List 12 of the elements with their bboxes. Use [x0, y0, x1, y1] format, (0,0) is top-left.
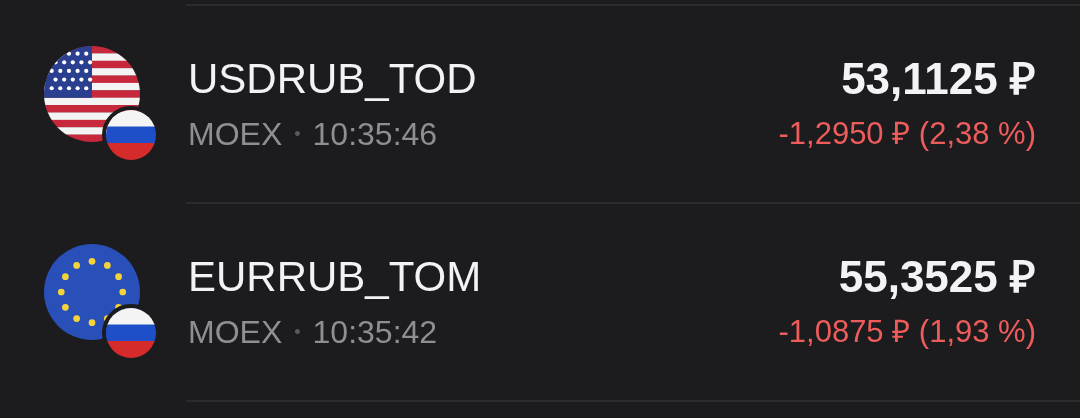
- price-change: -1,2950 ₽ (2,38 %): [778, 115, 1036, 153]
- price: 53,1125 ₽: [841, 55, 1036, 103]
- time: 10:35:42: [312, 313, 438, 351]
- time: 10:35:46: [312, 115, 438, 153]
- ticker: EURRUB_TOM: [188, 253, 482, 301]
- exchange: MOEX: [188, 115, 283, 153]
- exchange: MOEX: [188, 313, 283, 351]
- price: 55,3525 ₽: [838, 253, 1036, 301]
- price-change: -1,0875 ₽ (1,93 %): [778, 313, 1036, 351]
- separator: •: [294, 321, 301, 344]
- separator: •: [294, 123, 301, 146]
- ticker: USDRUB_TOD: [188, 55, 477, 103]
